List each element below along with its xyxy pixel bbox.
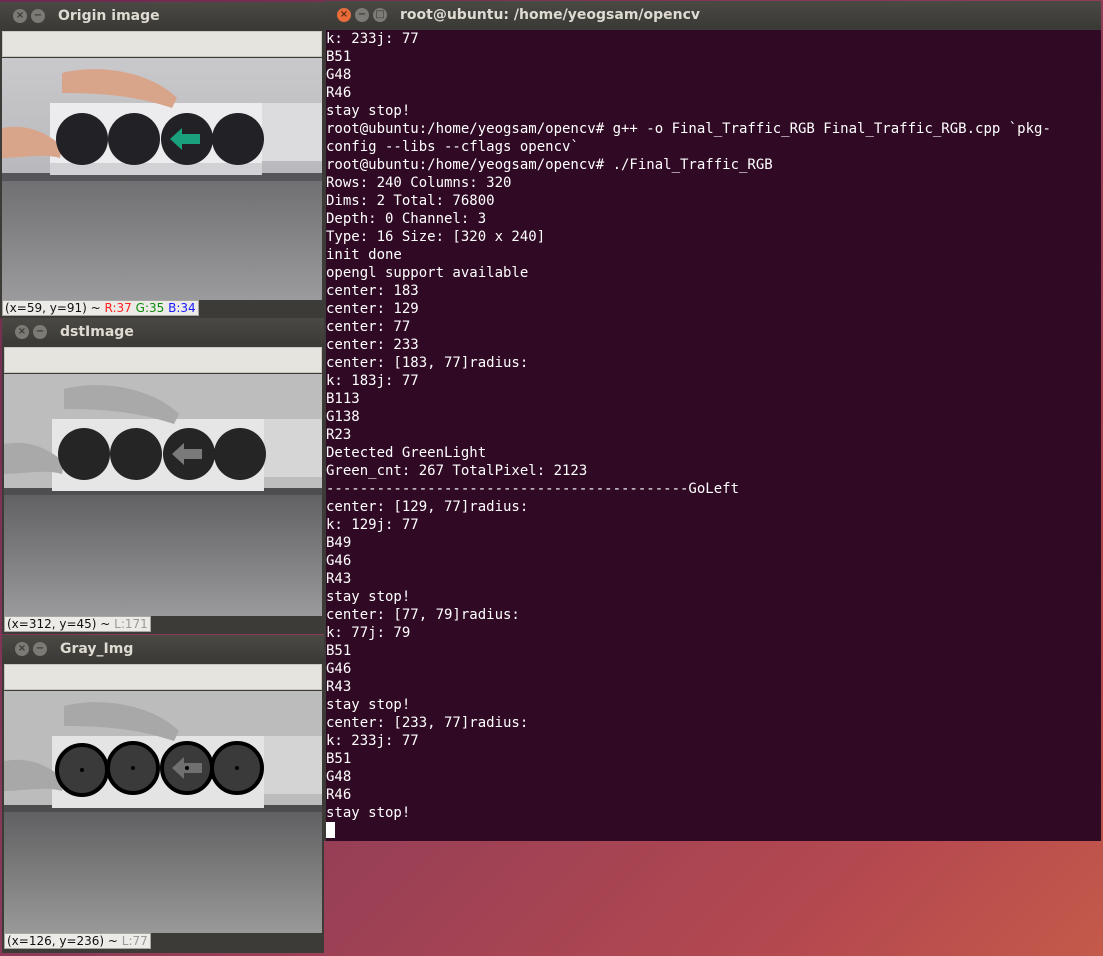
minimize-icon[interactable]: − [355,8,369,22]
cursor-coords: (x=126, y=236) ~ [7,934,122,948]
gray-titlebar[interactable]: × − Gray_Img [2,635,324,663]
terminal-line: Rows: 240 Columns: 320 [326,175,512,191]
terminal-line: ----------------------------------------… [326,481,740,497]
close-icon[interactable]: × [15,325,29,339]
terminal-line: center: 77 [326,319,411,335]
gray-status-bar: (x=126, y=236) ~ L:77 [4,933,151,949]
terminal-line: stay stop! [326,697,411,713]
dst-image-window[interactable]: × − dstImage (x=312, y=45) ~ L:171 [2,318,324,634]
window-title: Origin image [58,8,160,24]
terminal-line: center: [129, 77]radius: [326,499,529,515]
terminal-line: k: 77j: 79 [326,625,411,641]
terminal-line: R43 [326,679,352,695]
terminal-line: config --libs --cflags opencv` [326,139,579,155]
terminal-line: center: [77, 79]radius: [326,607,520,623]
terminal-line: R46 [326,787,352,803]
dst-gray-image[interactable] [4,374,322,616]
toolbar [4,347,322,373]
terminal-line: R23 [326,427,352,443]
maximize-icon[interactable]: □ [373,8,387,22]
terminal-line: stay stop! [326,589,411,605]
terminal-line: center: 129 [326,301,419,317]
gray-img-window[interactable]: × − Gray_Img (x=126, y=236) ~ L:77 [2,635,324,953]
blue-value: B:34 [168,301,196,315]
terminal-line: Green_cnt: 267 TotalPixel: 2123 [326,463,588,479]
toolbar [4,664,322,690]
dst-status-bar: (x=312, y=45) ~ L:171 [4,616,151,632]
origin-camera-image[interactable] [2,58,322,300]
terminal-line: G138 [326,409,360,425]
terminal-line: B51 [326,643,352,659]
origin-status-bar: (x=59, y=91) ~ R:37 G:35 B:34 [2,300,199,316]
terminal-line: Type: 16 Size: [320 x 240] [326,229,546,245]
gray-detected-circles-image[interactable] [4,691,322,933]
terminal-line: G46 [326,553,352,569]
toolbar [2,31,322,57]
terminal-line: center: [233, 77]radius: [326,715,529,731]
terminal-text: k: 233j: 77 B51 G48 R46 stay stop! root@… [326,30,1101,840]
terminal-line: G48 [326,769,352,785]
terminal-line: center: 183 [326,283,419,299]
minimize-icon[interactable]: − [33,325,47,339]
terminal-line: k: 233j: 77 [326,733,419,749]
luminance-value: L:77 [121,934,148,948]
terminal-line: k: 129j: 77 [326,517,419,533]
terminal-line: stay stop! [326,805,411,821]
terminal-line: B49 [326,535,352,551]
terminal-line: G48 [326,67,352,83]
terminal-line: center: 233 [326,337,419,353]
terminal-line: Dims: 2 Total: 76800 [326,193,495,209]
terminal-line: B51 [326,751,352,767]
terminal-line: init done [326,247,402,263]
cursor-coords: (x=59, y=91) ~ [5,301,105,315]
terminal-line: k: 183j: 77 [326,373,419,389]
window-title: root@ubuntu: /home/yeogsam/opencv [400,7,701,23]
green-value: G:35 [135,301,165,315]
luminance-value: L:171 [114,617,148,631]
cursor-coords: (x=312, y=45) ~ [7,617,115,631]
terminal-line: B51 [326,49,352,65]
terminal-line: root@ubuntu:/home/yeogsam/opencv# g++ -o… [326,121,1051,137]
close-icon[interactable]: × [13,9,27,23]
terminal-line: center: [183, 77]radius: [326,355,529,371]
terminal-line: R46 [326,85,352,101]
terminal-line: Depth: 0 Channel: 3 [326,211,487,227]
origin-titlebar[interactable]: × − Origin image [0,2,324,30]
terminal-line: opengl support available [326,265,529,281]
terminal-line: stay stop! [326,103,411,119]
red-value: R:37 [104,301,132,315]
dst-titlebar[interactable]: × − dstImage [2,318,324,346]
terminal-line: G46 [326,661,352,677]
terminal-line: Detected GreenLight [326,445,487,461]
terminal-line: k: 233j: 77 [326,31,419,47]
origin-image-window[interactable]: × − Origin image (x=59, y=91) ~ R:37 G:3… [0,2,324,318]
minimize-icon[interactable]: − [33,642,47,656]
minimize-icon[interactable]: − [31,9,45,23]
terminal-titlebar[interactable]: × − □ root@ubuntu: /home/yeogsam/opencv [324,1,1101,29]
terminal-output[interactable]: k: 233j: 77 B51 G48 R46 stay stop! root@… [326,30,1101,841]
close-icon[interactable]: × [15,642,29,656]
terminal-cursor [326,822,335,838]
terminal-line: B113 [326,391,360,407]
window-title: dstImage [60,324,134,340]
close-icon[interactable]: × [337,8,351,22]
terminal-window[interactable]: × − □ root@ubuntu: /home/yeogsam/opencv … [324,1,1101,841]
terminal-line: R43 [326,571,352,587]
window-title: Gray_Img [60,641,134,657]
terminal-line: root@ubuntu:/home/yeogsam/opencv# ./Fina… [326,157,773,173]
